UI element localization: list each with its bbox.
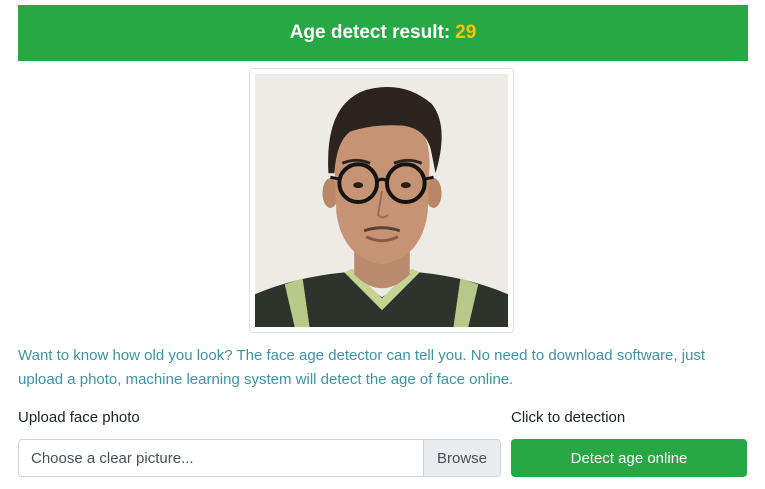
detect-age-button[interactable]: Detect age online [511, 439, 747, 477]
result-banner: Age detect result: 29 [18, 5, 748, 61]
result-label: Age detect result: [289, 22, 451, 43]
file-placeholder[interactable]: Choose a clear picture... [19, 440, 423, 476]
browse-button[interactable]: Browse [423, 440, 500, 476]
face-photo [249, 68, 514, 333]
face-photo-image [255, 74, 508, 327]
upload-label: Upload face photo [18, 409, 140, 426]
file-upload-input[interactable]: Choose a clear picture... Browse [18, 439, 501, 477]
detection-label: Click to detection [511, 409, 626, 426]
result-value: 29 [455, 22, 477, 43]
description-text: Want to know how old you look? The face … [18, 347, 706, 388]
age-detector-page: Age detect result: 29 Want to know how o… [0, 0, 765, 489]
